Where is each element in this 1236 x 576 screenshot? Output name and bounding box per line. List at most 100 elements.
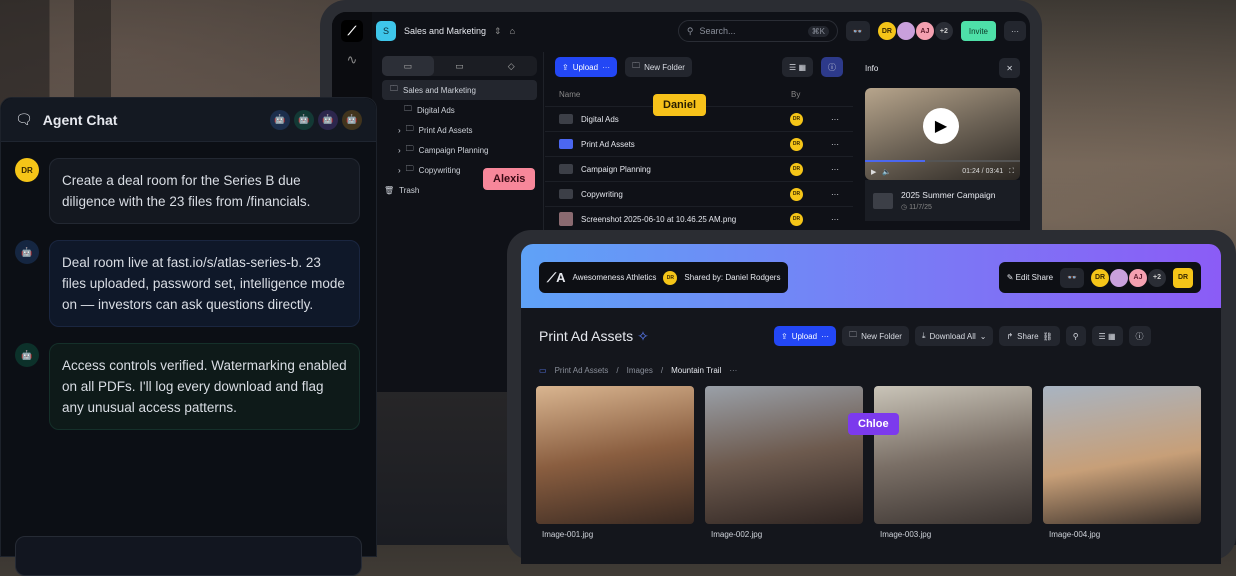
folder-icon: 🗀 — [390, 84, 398, 93]
workspace-name[interactable]: Sales and Marketing — [404, 26, 486, 36]
avatar: DR — [877, 22, 896, 40]
shared-folder-icon — [559, 139, 573, 149]
file-row[interactable]: Screenshot 2025-06-10 at 10.46.25 AM.png… — [545, 207, 853, 232]
folder-icon: 🗀 — [405, 164, 414, 173]
cursor-label-alexis: Alexis — [483, 168, 536, 190]
folder-icon: 🗀 — [404, 104, 412, 113]
folder-icon — [559, 164, 573, 174]
info-title: Info — [865, 63, 879, 73]
volume-icon[interactable]: 🔈 — [882, 168, 891, 176]
folder-icon: ▭ — [539, 366, 547, 375]
chat-icon: 🗨 — [15, 111, 33, 127]
play-icon[interactable]: ▶ — [923, 108, 959, 144]
agent-robot-icon[interactable]: 🤖 — [294, 109, 314, 130]
new-folder-button[interactable]: 🗀 New Folder — [842, 326, 909, 346]
sparkle-icon: ✧ — [637, 328, 649, 344]
chat-input[interactable] — [15, 536, 362, 576]
trash-icon: 🗑 — [384, 185, 395, 195]
agent-robot-icon: 🤖 — [15, 343, 39, 367]
image-tile[interactable] — [705, 386, 863, 524]
image-name: Image-004.jpg — [1049, 530, 1101, 539]
folder-icon — [559, 189, 573, 199]
image-name: Image-002.jpg — [711, 530, 763, 539]
image-name: Image-001.jpg — [542, 530, 594, 539]
fullscreen-icon[interactable]: ⛶ — [1009, 168, 1014, 176]
more-icon[interactable]: ··· — [1004, 21, 1026, 41]
avatar-group[interactable]: DR AJ +2 — [877, 22, 953, 40]
agent-robot-icon[interactable]: 🤖 — [270, 109, 290, 130]
agent-robot-icon: 🤖 — [15, 240, 39, 264]
agent-chat-panel: 🗨 Agent Chat 🤖 🤖 🤖 🤖 DR Create a deal roo… — [0, 97, 377, 576]
edit-share-button[interactable]: ✎ Edit Share — [1007, 273, 1053, 282]
download-all-button[interactable]: ⤓ Download All ⌄ — [914, 326, 994, 346]
folder-tab-icon[interactable]: ▭ — [382, 56, 434, 76]
cursor-label-daniel: Daniel — [653, 94, 707, 116]
row-more-icon[interactable]: ··· — [831, 190, 839, 199]
search-icon[interactable]: ⚲ — [1065, 326, 1086, 346]
upload-button[interactable]: ⇪ Upload ··· — [555, 57, 618, 77]
video-player[interactable]: ▶ ▶ 🔈 01:24 / 03:41 ⛶ — [865, 88, 1020, 180]
tree-item[interactable]: 🗀 Sales and Marketing — [382, 80, 537, 100]
file-row[interactable]: Copywriting DR ··· — [545, 182, 853, 207]
image-name: Image-003.jpg — [880, 530, 932, 539]
chat-title: Agent Chat — [42, 111, 118, 128]
shared-tab-icon[interactable]: ▭ — [434, 56, 486, 76]
cube-tab-icon[interactable]: ◇ — [485, 56, 537, 76]
avatar-photo — [896, 22, 915, 40]
page-title: Print Ad Assets ✧ — [539, 328, 649, 344]
info-icon[interactable]: ⓘ — [821, 57, 843, 77]
switch-chevron-icon[interactable]: ⇕ — [494, 26, 502, 37]
row-more-icon[interactable]: ··· — [831, 140, 839, 149]
agent-robot-icon[interactable]: 🤖 — [318, 109, 338, 130]
chat-message: DR Create a deal room for the Series B du… — [15, 158, 360, 224]
file-row[interactable]: Campaign Planning DR ··· — [545, 157, 853, 182]
app-logo: ⟋ — [341, 20, 363, 42]
list-view-icon[interactable]: ☰ ▦ — [782, 57, 813, 77]
breadcrumb: ▭ Print Ad Assets / Images / Mountain Trail ·… — [539, 366, 738, 375]
new-folder-button[interactable]: 🗀 New Folder — [625, 57, 692, 77]
video-progress[interactable] — [865, 160, 1020, 162]
glasses-icon[interactable]: 👓 — [1060, 267, 1084, 288]
glasses-icon[interactable]: 👓 — [845, 21, 870, 41]
column-by[interactable]: By — [791, 90, 839, 99]
workspace-icon[interactable]: S — [376, 21, 396, 41]
chat-message: 🤖 Access controls verified. Watermarking … — [15, 343, 360, 430]
info-folder-name: 2025 Summer Campaign — [901, 190, 996, 200]
home-icon[interactable]: ⌂ — [510, 26, 515, 36]
image-tile[interactable] — [536, 386, 694, 524]
avatar: AJ — [915, 22, 934, 40]
user-avatar: DR — [15, 158, 39, 182]
folder-icon — [559, 114, 573, 124]
view-toggle-icon[interactable]: ☰ ▦ — [1091, 326, 1123, 346]
avatar-more: +2 — [934, 22, 953, 40]
folder-icon: 🗀 — [405, 124, 414, 133]
share-button[interactable]: ↱ Share ⛓ — [999, 326, 1060, 346]
share-actions-pill: ✎ Edit Share 👓 DR AJ +2 DR — [998, 262, 1201, 293]
top-bar: S Sales and Marketing ⇕ ⌂ ⚲ Search... ⌘K 👓… — [376, 16, 1026, 46]
search-input[interactable]: ⚲ Search... ⌘K — [677, 20, 838, 42]
row-more-icon[interactable]: ··· — [831, 215, 839, 224]
invite-button[interactable]: Invite — [960, 21, 996, 41]
agent-robot-icon[interactable]: 🤖 — [342, 109, 362, 130]
file-row[interactable]: Print Ad Assets DR ··· — [545, 132, 853, 157]
more-icon[interactable]: ··· — [729, 366, 737, 375]
cursor-label-chloe: Chloe — [848, 413, 899, 435]
search-icon: ⚲ — [686, 25, 694, 36]
chat-message: 🤖 Deal room live at fast.io/s/atlas-serie… — [15, 240, 360, 327]
brand-pill: ⟋A Awesomeness Athletics DR Shared by: D… — [539, 262, 789, 293]
current-user-avatar[interactable]: DR — [1173, 267, 1193, 288]
image-tile[interactable] — [874, 386, 1032, 524]
row-more-icon[interactable]: ··· — [831, 165, 839, 174]
tree-item[interactable]: › 🗀 Print Ad Assets — [376, 120, 543, 140]
tree-item[interactable]: › 🗀 Campaign Planning — [376, 140, 543, 160]
folder-icon: 🗀 — [405, 144, 414, 153]
upload-button[interactable]: ⇪ Upload ··· — [774, 326, 837, 346]
tree-item[interactable]: 🗀 Digital Ads — [376, 100, 543, 120]
front-app-window: ⟋A Awesomeness Athletics DR Shared by: D… — [507, 230, 1236, 564]
play-small-icon[interactable]: ▶ — [871, 168, 876, 176]
info-icon[interactable]: ⓘ — [1128, 326, 1151, 346]
image-tile[interactable] — [1043, 386, 1201, 524]
activity-icon[interactable]: ∿ — [332, 52, 372, 68]
row-more-icon[interactable]: ··· — [831, 115, 839, 124]
close-icon[interactable]: ✕ — [999, 58, 1020, 78]
